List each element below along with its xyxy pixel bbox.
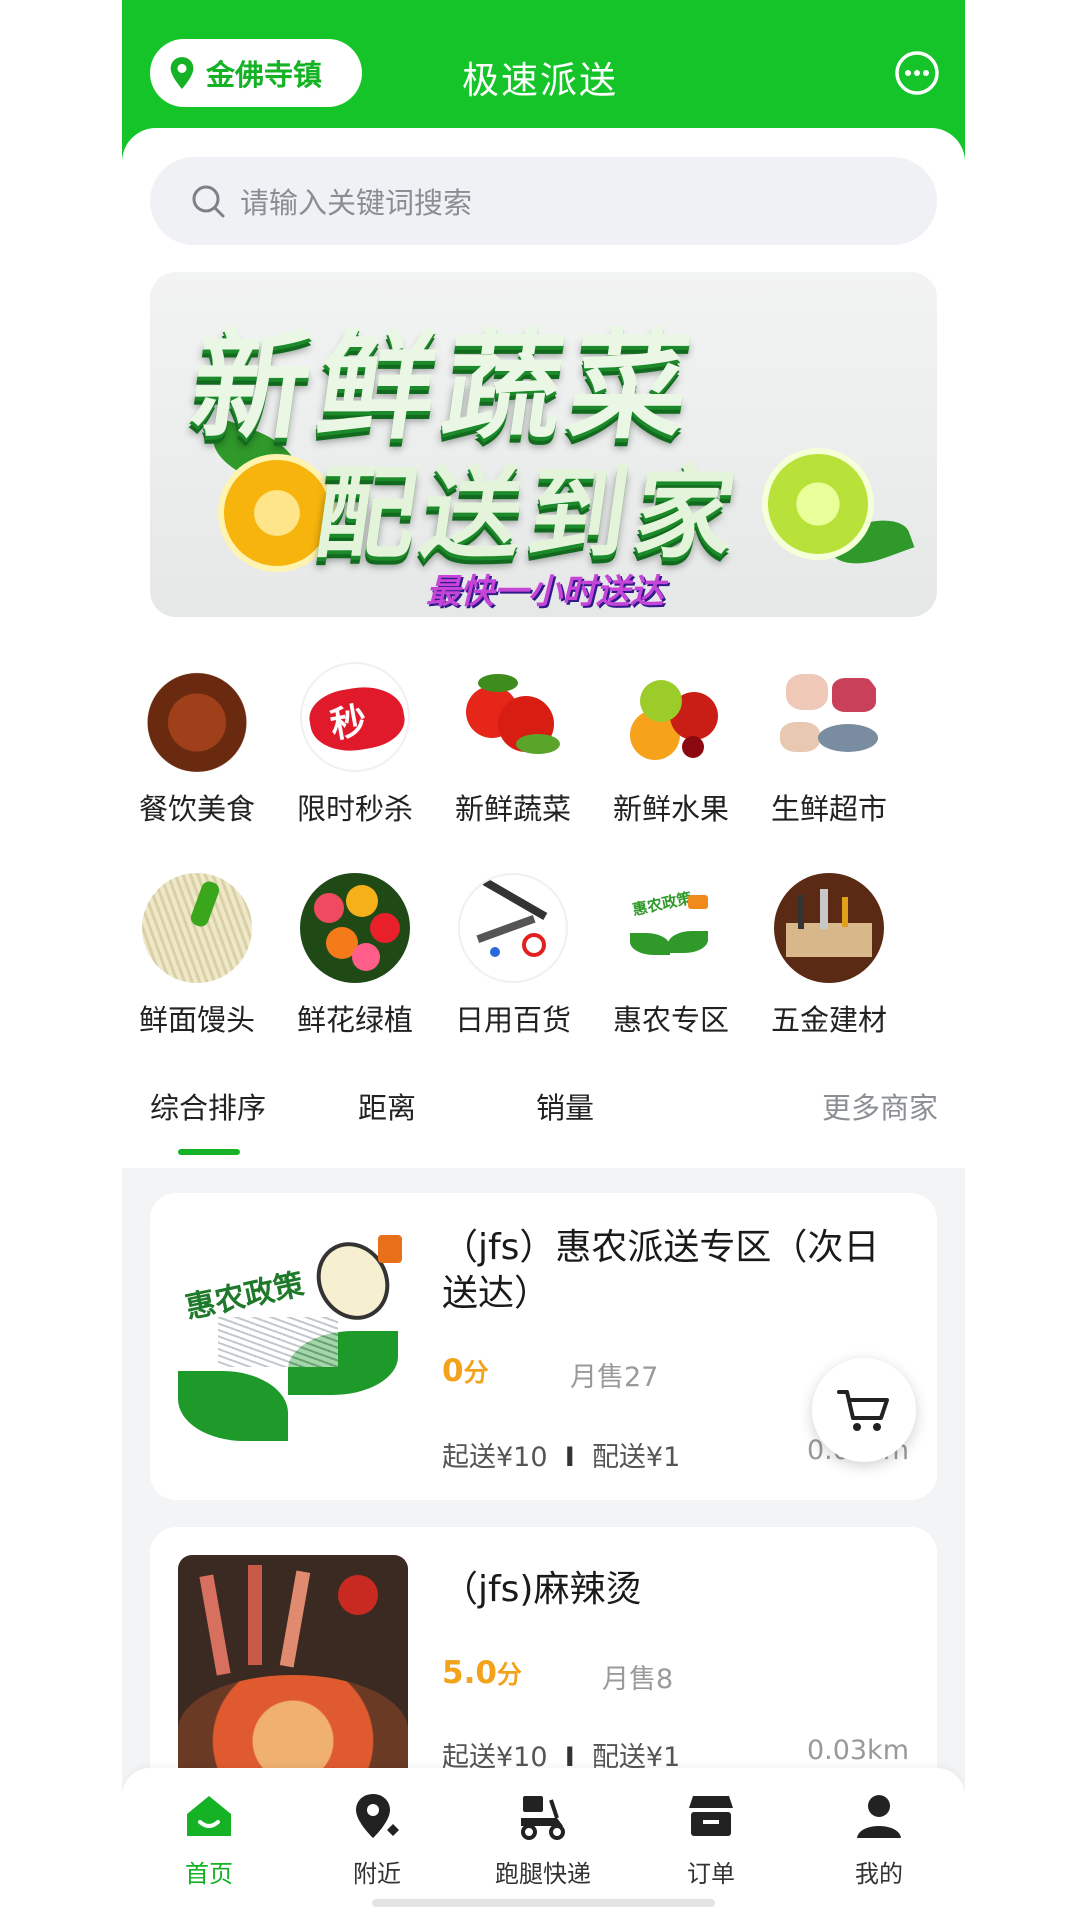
shop-thumbnail: 惠农政策 — [178, 1221, 408, 1451]
active-tab-indicator — [178, 1149, 240, 1155]
shop-score: 0分 — [442, 1353, 489, 1389]
search-input[interactable]: 请输入关键词搜索 — [150, 157, 937, 245]
fruit-icon — [616, 662, 726, 772]
nav-nearby[interactable]: 附近 — [302, 1790, 452, 1889]
food-icon — [142, 662, 252, 772]
home-icon — [187, 1796, 231, 1836]
search-placeholder: 请输入关键词搜索 — [240, 186, 473, 220]
home-indicator — [372, 1899, 715, 1907]
nav-profile[interactable]: 我的 — [804, 1790, 954, 1889]
banner-tagline: 最快一小时送达 — [426, 572, 664, 612]
nav-label: 跑腿快递 — [495, 1860, 591, 1888]
category-label: 限时秒杀 — [296, 792, 413, 826]
shop-score: 5.0分 — [442, 1655, 522, 1691]
agri-icon: 惠农政策 — [616, 873, 726, 983]
category-label: 日用百货 — [454, 1003, 571, 1037]
page-title: 极速派送 — [462, 59, 618, 102]
more-shops-link[interactable]: 更多商家 — [822, 1085, 938, 1127]
promo-banner[interactable]: 新鲜蔬菜 配送到家 最快一小时送达 — [150, 272, 937, 617]
category-vegetable[interactable]: 新鲜蔬菜 — [448, 662, 578, 828]
nearby-icon — [356, 1794, 399, 1838]
monthly-sales: 月售8 — [602, 1664, 674, 1695]
category-fresh-market[interactable]: 生鲜超市 — [764, 662, 894, 828]
nav-label: 订单 — [687, 1860, 735, 1888]
category-noodle[interactable]: 鲜面馒头 — [132, 873, 262, 1039]
sort-tab-default[interactable]: 综合排序 — [150, 1085, 266, 1127]
category-flower[interactable]: 鲜花绿植 — [290, 873, 420, 1039]
nav-orders[interactable]: 订单 — [636, 1790, 786, 1889]
cart-button[interactable] — [812, 1358, 916, 1462]
shop-thumbnail — [178, 1555, 408, 1785]
category-label: 新鲜蔬菜 — [454, 792, 571, 826]
location-pin-icon — [170, 57, 194, 89]
location-name: 金佛寺镇 — [206, 58, 323, 92]
nav-errand[interactable]: 跑腿快递 — [468, 1790, 618, 1889]
fresh-market-icon — [774, 662, 884, 772]
nav-label: 附近 — [353, 1860, 401, 1888]
shop-name: （jfs)麻辣烫 — [442, 1569, 642, 1610]
category-label: 新鲜水果 — [612, 792, 729, 826]
profile-icon — [857, 1795, 901, 1838]
sort-tab-sales[interactable]: 销量 — [536, 1085, 594, 1127]
bottom-nav: 首页 附近 跑腿快递 订单 我的 — [122, 1768, 965, 1920]
category-label: 餐饮美食 — [138, 792, 255, 826]
shop-name: （jfs）惠农派送专区（次日送达） — [442, 1227, 880, 1314]
category-label: 惠农专区 — [612, 1003, 729, 1037]
scooter-icon — [521, 1796, 565, 1840]
hardware-icon — [774, 873, 884, 983]
nav-home[interactable]: 首页 — [134, 1790, 284, 1889]
vegetable-icon — [458, 662, 568, 772]
app-screen: 金佛寺镇 极速派送 请输入关键词搜索 新鲜蔬菜 配送到家 最快一小时送达 餐饮美… — [122, 0, 965, 1920]
sort-tab-distance[interactable]: 距离 — [358, 1085, 416, 1127]
banner-subheadline: 配送到家 — [308, 455, 749, 572]
category-flash-sale[interactable]: 秒 限时秒杀 — [290, 662, 420, 828]
category-label: 鲜面馒头 — [138, 1003, 255, 1037]
daily-goods-icon — [458, 873, 568, 983]
category-daily-goods[interactable]: 日用百货 — [448, 873, 578, 1039]
category-label: 鲜花绿植 — [296, 1003, 413, 1037]
delivery-info: 起送¥10 I 配送¥1 — [442, 1442, 681, 1473]
search-icon — [192, 185, 225, 218]
category-food[interactable]: 餐饮美食 — [132, 662, 262, 828]
category-label: 生鲜超市 — [770, 792, 887, 826]
shop-card[interactable]: 惠农政策 （jfs）惠农派送专区（次日送达） 0分 月售27 起送¥10 I 配… — [150, 1193, 937, 1500]
category-fruit[interactable]: 新鲜水果 — [606, 662, 736, 828]
noodle-icon — [142, 873, 252, 983]
flower-icon — [300, 873, 410, 983]
category-agri[interactable]: 惠农政策 惠农专区 — [606, 873, 736, 1039]
location-selector[interactable]: 金佛寺镇 — [150, 39, 362, 107]
nav-label: 我的 — [855, 1860, 903, 1888]
lime-image — [762, 448, 874, 560]
nav-label: 首页 — [185, 1860, 233, 1888]
shop-distance: 0.03km — [806, 1735, 909, 1766]
message-icon[interactable] — [894, 50, 940, 96]
monthly-sales: 月售27 — [570, 1362, 659, 1393]
category-label: 五金建材 — [770, 1003, 887, 1037]
cart-icon — [837, 1390, 889, 1431]
category-hardware[interactable]: 五金建材 — [764, 873, 894, 1039]
flash-sale-icon: 秒 — [300, 662, 410, 772]
order-icon — [689, 1796, 733, 1836]
